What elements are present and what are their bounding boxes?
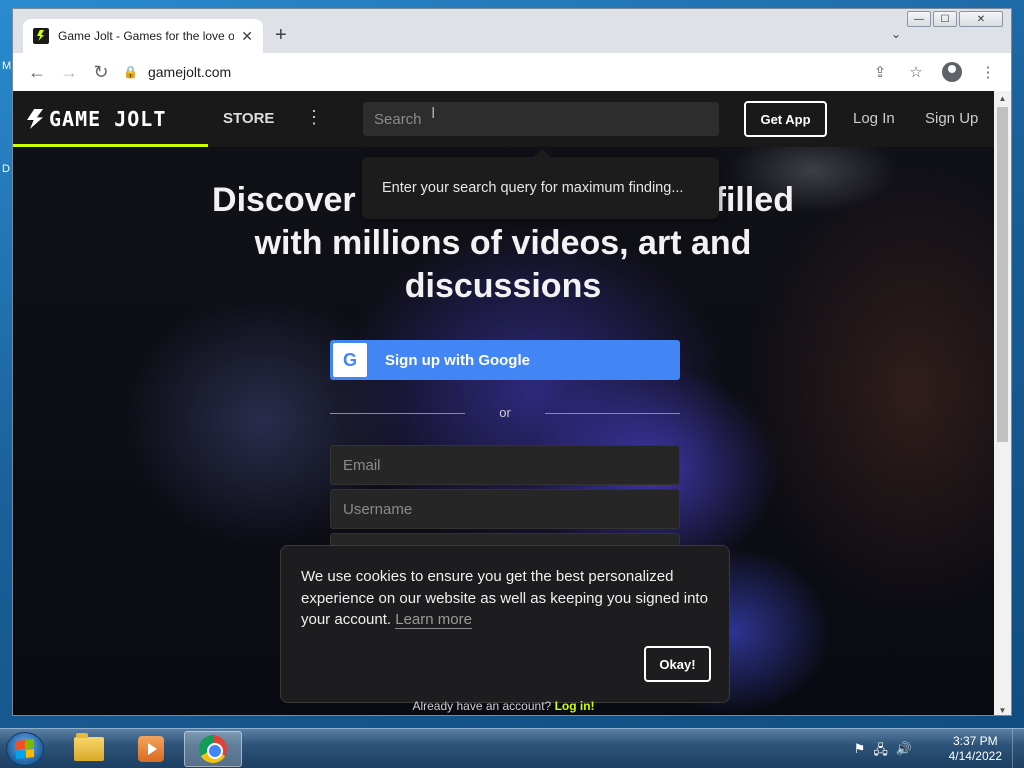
- page-scrollbar[interactable]: ▲ ▼: [994, 91, 1011, 715]
- action-center-flag-icon[interactable]: ⚑: [854, 741, 866, 763]
- toolbar-actions: ⇪ ☆ ⋮: [865, 57, 1003, 87]
- already-have-account: Already have an account? Log in!: [13, 699, 994, 713]
- taskbar-media-player[interactable]: [122, 731, 180, 767]
- chrome-icon: [199, 735, 227, 763]
- headline-part2: filled: [714, 181, 794, 219]
- tab-search-chevron-icon[interactable]: ⌄: [891, 27, 901, 41]
- desktop-icon-label: D: [2, 163, 10, 175]
- get-app-button[interactable]: Get App: [744, 101, 827, 137]
- learn-more-link[interactable]: Learn more: [395, 611, 472, 629]
- gamejolt-logo[interactable]: GAME JOLT: [27, 91, 207, 147]
- headline-part1: Discover: [212, 181, 356, 219]
- bolt-icon: [27, 109, 43, 129]
- network-icon[interactable]: 🖧: [873, 741, 888, 763]
- username-field[interactable]: [330, 489, 680, 529]
- clock[interactable]: 3:37 PM 4/14/2022: [949, 734, 1002, 764]
- search-tooltip: Enter your search query for maximum find…: [362, 157, 719, 219]
- address-bar[interactable]: 🔒 gamejolt.com ⇪ ☆ ⋮: [123, 57, 1003, 87]
- or-divider: or: [330, 403, 680, 423]
- sign-up-google-button[interactable]: G Sign up with Google: [330, 340, 680, 380]
- windows-logo-icon: [16, 739, 34, 759]
- reload-icon[interactable]: ↻: [85, 56, 117, 88]
- system-tray: ⚑ 🖧 🔊: [854, 741, 912, 763]
- desktop-icon-label: M: [2, 60, 12, 72]
- bookmark-star-icon[interactable]: ☆: [901, 57, 931, 87]
- page-viewport: GAME JOLT STORE ⋮ I Get App Log In Sign …: [13, 91, 994, 715]
- tab-strip: Game Jolt - Games for the love of ✕ + ⌄ …: [13, 9, 1011, 53]
- new-tab-button[interactable]: +: [275, 25, 287, 45]
- volume-icon[interactable]: 🔊: [896, 741, 912, 763]
- taskbar-explorer[interactable]: [60, 731, 118, 767]
- cookie-message: We use cookies to ensure you get the bes…: [301, 566, 709, 631]
- tab-title: Game Jolt - Games for the love of: [58, 29, 234, 43]
- nav-store-link[interactable]: STORE: [223, 110, 274, 127]
- clock-time: 3:37 PM: [952, 734, 998, 748]
- scroll-up-arrow-icon[interactable]: ▲: [994, 91, 1011, 105]
- tab-close-icon[interactable]: ✕: [241, 28, 253, 45]
- taskbar: ⚑ 🖧 🔊 3:37 PM 4/14/2022: [0, 728, 1024, 768]
- already-text: Already have an account?: [412, 699, 552, 713]
- close-window-button[interactable]: ✕: [959, 11, 1003, 27]
- url-text[interactable]: gamejolt.com: [148, 64, 231, 80]
- media-player-icon: [138, 736, 164, 762]
- log-in-link[interactable]: Log In: [853, 110, 895, 127]
- minimize-button[interactable]: —: [907, 11, 931, 27]
- clock-date: 4/14/2022: [948, 749, 1002, 763]
- browser-menu-icon[interactable]: ⋮: [973, 57, 1003, 87]
- active-nav-underline: [13, 144, 208, 147]
- share-icon[interactable]: ⇪: [865, 57, 895, 87]
- logo-text: GAME JOLT: [49, 107, 167, 131]
- lock-icon[interactable]: 🔒: [123, 65, 138, 79]
- more-menu-icon[interactable]: ⋮: [305, 107, 323, 128]
- google-button-label: Sign up with Google: [385, 351, 530, 369]
- profile-avatar[interactable]: [937, 57, 967, 87]
- log-in-inline-link[interactable]: Log in!: [555, 699, 595, 713]
- sign-up-link[interactable]: Sign Up: [925, 110, 978, 127]
- show-desktop-button[interactable]: [1012, 729, 1024, 768]
- browser-toolbar: ← → ↻ 🔒 gamejolt.com ⇪ ☆ ⋮: [13, 53, 1011, 91]
- scroll-thumb[interactable]: [997, 107, 1008, 442]
- headline-line2: with millions of videos, art and: [254, 224, 752, 262]
- start-button[interactable]: [6, 732, 44, 766]
- gamejolt-favicon-icon: [33, 28, 49, 44]
- forward-arrow-icon[interactable]: →: [53, 56, 85, 88]
- headline-line3: discussions: [404, 267, 602, 305]
- back-arrow-icon[interactable]: ←: [21, 56, 53, 88]
- cookie-text: We use cookies to ensure you get the bes…: [301, 568, 708, 628]
- folder-icon: [74, 733, 104, 761]
- taskbar-chrome[interactable]: [184, 731, 242, 767]
- okay-button[interactable]: Okay!: [644, 646, 711, 682]
- gamejolt-navbar: GAME JOLT STORE ⋮ I Get App Log In Sign …: [13, 91, 994, 147]
- cookie-banner: We use cookies to ensure you get the bes…: [280, 545, 730, 703]
- divider-line: [545, 413, 680, 414]
- window-controls: — ☐ ✕: [907, 11, 1003, 27]
- scroll-down-arrow-icon[interactable]: ▼: [994, 703, 1011, 715]
- email-field[interactable]: [330, 445, 680, 485]
- browser-window: Game Jolt - Games for the love of ✕ + ⌄ …: [12, 8, 1012, 716]
- tab-gamejolt[interactable]: Game Jolt - Games for the love of ✕: [23, 19, 263, 53]
- google-icon: G: [333, 343, 367, 377]
- maximize-button[interactable]: ☐: [933, 11, 957, 27]
- search-input[interactable]: [363, 102, 719, 136]
- profile-icon: [942, 62, 962, 82]
- text-cursor-icon: I: [431, 105, 436, 122]
